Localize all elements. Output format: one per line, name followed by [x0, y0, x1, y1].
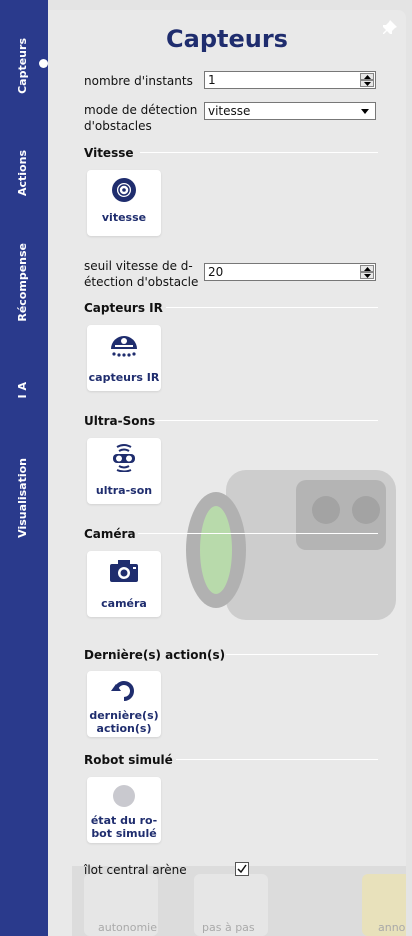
undo-icon [111, 681, 134, 701]
section-title-ultrason: Ultra-Sons [84, 414, 156, 428]
spin-buttons [360, 265, 374, 279]
tab-capteurs[interactable]: Capteurs [0, 36, 44, 96]
caret-up-icon [363, 266, 371, 271]
tab-label: Visualisation [15, 458, 29, 538]
caret-down-icon [363, 81, 371, 86]
seuil-vitesse-value: 20 [208, 265, 224, 279]
tab-label: Actions [15, 150, 29, 196]
tab-label: Capteurs [15, 38, 29, 94]
tab-actions[interactable]: Actions [0, 148, 44, 198]
tab-recompense[interactable]: Récompense [0, 240, 44, 324]
autonomie-label: autonomie [98, 921, 157, 934]
sensors-panel: autonomie pas à pas anno Capteurs nombre… [48, 10, 406, 936]
nombre-instants-input[interactable]: 1 [204, 71, 376, 89]
mode-detection-label: mode de détection d'obstacles [84, 103, 198, 133]
card-label: caméra [101, 597, 147, 610]
nombre-instants-label: nombre d'instants [84, 74, 193, 88]
section-divider [140, 152, 378, 153]
section-divider [176, 759, 378, 760]
seuil-vitesse-label: seuil vitesse de d-étection d'obstacle [84, 259, 199, 289]
panel-title: Capteurs [166, 25, 288, 53]
spin-up-button[interactable] [360, 73, 374, 80]
section-title-ir: Capteurs IR [84, 301, 163, 315]
section-divider [138, 533, 378, 534]
active-tab-indicator [39, 59, 48, 68]
tab-ia[interactable]: I A [0, 378, 44, 402]
tab-visualisation[interactable]: Visualisation [0, 456, 44, 540]
ilot-checkbox[interactable] [235, 862, 249, 876]
ir-sensor-card[interactable]: capteurs IR [87, 325, 161, 391]
robot-background-image [186, 470, 396, 620]
spin-up-button[interactable] [360, 265, 374, 272]
card-label: vitesse [101, 211, 147, 224]
wheel-icon [112, 178, 136, 202]
card-label: capteurs IR [88, 371, 160, 384]
mode-detection-value: vitesse [208, 104, 251, 118]
circle-icon [113, 785, 135, 807]
pas-a-pas-label: pas à pas [202, 921, 255, 934]
tab-label: Récompense [15, 242, 29, 322]
ir-sensor-icon [111, 336, 137, 357]
seuil-vitesse-input[interactable]: 20 [204, 263, 376, 281]
section-title-actions: Dernière(s) action(s) [84, 648, 226, 662]
section-title-robot: Robot simulé [84, 753, 173, 767]
nombre-instants-value: 1 [208, 73, 216, 87]
sidebar: Capteurs Actions Récompense I A Visualis… [0, 0, 48, 936]
ultrasound-icon [113, 444, 135, 472]
chevron-down-icon [361, 109, 369, 114]
card-label: dernière(s) action(s) [89, 709, 159, 735]
tab-label: I A [15, 381, 29, 399]
ilot-label: îlot central arène [84, 863, 187, 877]
mode-detection-select[interactable]: vitesse [204, 102, 376, 120]
spin-down-button[interactable] [360, 80, 374, 87]
caret-down-icon [363, 273, 371, 278]
pin-icon[interactable] [382, 20, 398, 36]
spin-down-button[interactable] [360, 272, 374, 279]
card-label: ultra-son [95, 484, 153, 497]
robot-state-card[interactable]: état du ro- bot simulé [87, 777, 161, 843]
camera-sensor-card[interactable]: caméra [87, 551, 161, 617]
checkmark-icon [237, 864, 247, 874]
section-title-vitesse: Vitesse [84, 146, 134, 160]
section-title-camera: Caméra [84, 527, 136, 541]
section-divider [226, 654, 378, 655]
last-actions-card[interactable]: dernière(s) action(s) [87, 671, 161, 737]
caret-up-icon [363, 74, 371, 79]
vitesse-sensor-card[interactable]: vitesse [87, 170, 161, 236]
spin-buttons [360, 73, 374, 87]
card-label: état du ro- bot simulé [90, 814, 158, 840]
section-divider [156, 420, 378, 421]
ultrason-sensor-card[interactable]: ultra-son [87, 438, 161, 504]
annotation-label: anno [378, 921, 406, 934]
section-divider [166, 307, 378, 308]
camera-icon [110, 560, 138, 582]
